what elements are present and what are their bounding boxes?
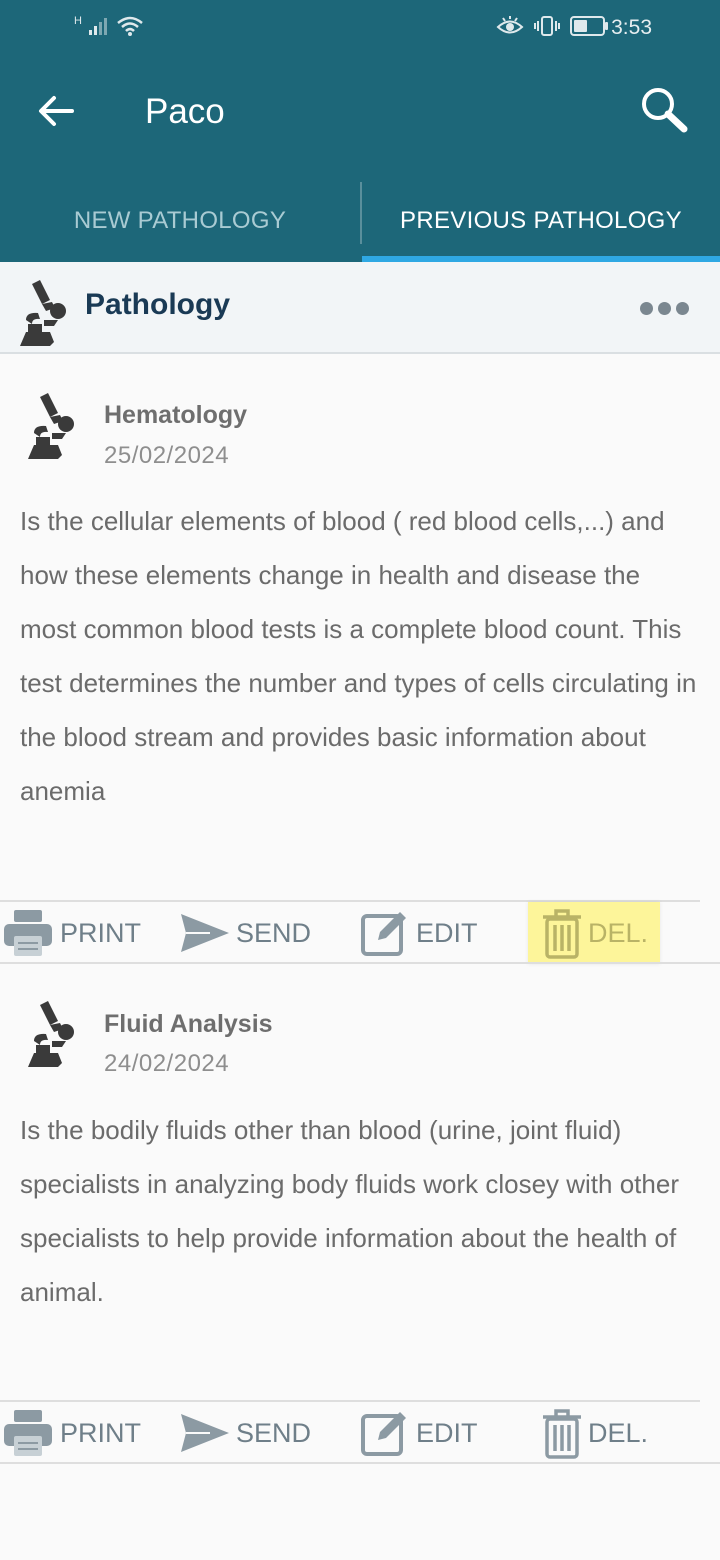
printer-icon bbox=[4, 1410, 52, 1456]
status-right bbox=[496, 14, 610, 38]
search-button[interactable] bbox=[636, 82, 692, 138]
record-date: 25/02/2024 bbox=[104, 442, 230, 469]
delete-button[interactable]: DEL. bbox=[542, 1402, 648, 1464]
edit-button[interactable]: EDIT bbox=[360, 902, 478, 964]
signal-icon bbox=[88, 18, 107, 35]
delete-button[interactable]: DEL. bbox=[528, 902, 661, 964]
pathology-record-card: Fluid Analysis 24/02/2024 Is the bodily … bbox=[0, 964, 720, 1464]
more-dot bbox=[676, 301, 689, 315]
status-left: H bbox=[74, 14, 144, 38]
vibrate-icon bbox=[534, 16, 560, 36]
section-title: Pathology bbox=[85, 288, 231, 321]
wifi-icon bbox=[117, 16, 143, 36]
send-icon bbox=[181, 1414, 229, 1452]
record-title: Fluid Analysis bbox=[104, 1010, 273, 1038]
print-button[interactable]: PRINT bbox=[2, 902, 141, 964]
record-description: Is the bodily fluids other than blood (u… bbox=[20, 1115, 679, 1307]
app-bar: H 3:53 Paco NEW PATHOLOGY PREVIOUS PATHO… bbox=[0, 0, 720, 262]
card-bottom-divider bbox=[0, 1462, 720, 1464]
microscope-icon bbox=[28, 393, 74, 459]
more-horizontal-icon bbox=[640, 301, 653, 315]
delete-label: DEL. bbox=[588, 917, 649, 948]
clock: 3:53 bbox=[611, 16, 652, 39]
send-label: SEND bbox=[236, 917, 312, 948]
print-label: PRINT bbox=[60, 917, 141, 948]
record-title: Hematology bbox=[104, 401, 248, 429]
print-label: PRINT bbox=[60, 1417, 141, 1448]
print-button[interactable]: PRINT bbox=[2, 1402, 141, 1464]
trash-icon bbox=[543, 909, 581, 959]
send-button[interactable]: SEND bbox=[180, 1402, 311, 1464]
search-icon bbox=[642, 88, 688, 133]
edit-icon bbox=[361, 1412, 406, 1456]
microscope-icon bbox=[20, 280, 66, 346]
page-title: Paco bbox=[145, 92, 225, 131]
send-button[interactable]: SEND bbox=[180, 902, 311, 964]
send-icon bbox=[181, 914, 229, 952]
battery-icon bbox=[570, 16, 608, 36]
record-description: Is the cellular elements of blood ( red … bbox=[20, 506, 697, 806]
send-label: SEND bbox=[236, 1417, 312, 1448]
edit-label: EDIT bbox=[416, 1417, 478, 1448]
edit-icon bbox=[361, 912, 406, 956]
microscope-icon bbox=[28, 1001, 74, 1067]
delete-label: DEL. bbox=[588, 1417, 649, 1448]
more-options-button[interactable] bbox=[640, 298, 692, 318]
network-type-label: H bbox=[74, 15, 82, 27]
section-header: Pathology bbox=[0, 262, 720, 354]
arrow-left-icon bbox=[39, 96, 74, 126]
back-button[interactable] bbox=[32, 86, 82, 136]
trash-icon bbox=[543, 1409, 581, 1459]
eye-comfort-icon bbox=[496, 16, 524, 34]
pathology-record-card: Hematology 25/02/2024 Is the cellular el… bbox=[0, 356, 720, 964]
edit-label: EDIT bbox=[416, 917, 478, 948]
edit-button[interactable]: EDIT bbox=[360, 1402, 478, 1464]
tab-previous-pathology[interactable]: PREVIOUS PATHOLOGY bbox=[362, 180, 720, 262]
printer-icon bbox=[4, 910, 52, 956]
status-bar: H 3:53 bbox=[0, 0, 720, 56]
more-dot bbox=[658, 301, 671, 315]
tab-new-pathology[interactable]: NEW PATHOLOGY bbox=[0, 180, 360, 262]
record-date: 24/02/2024 bbox=[104, 1050, 230, 1077]
